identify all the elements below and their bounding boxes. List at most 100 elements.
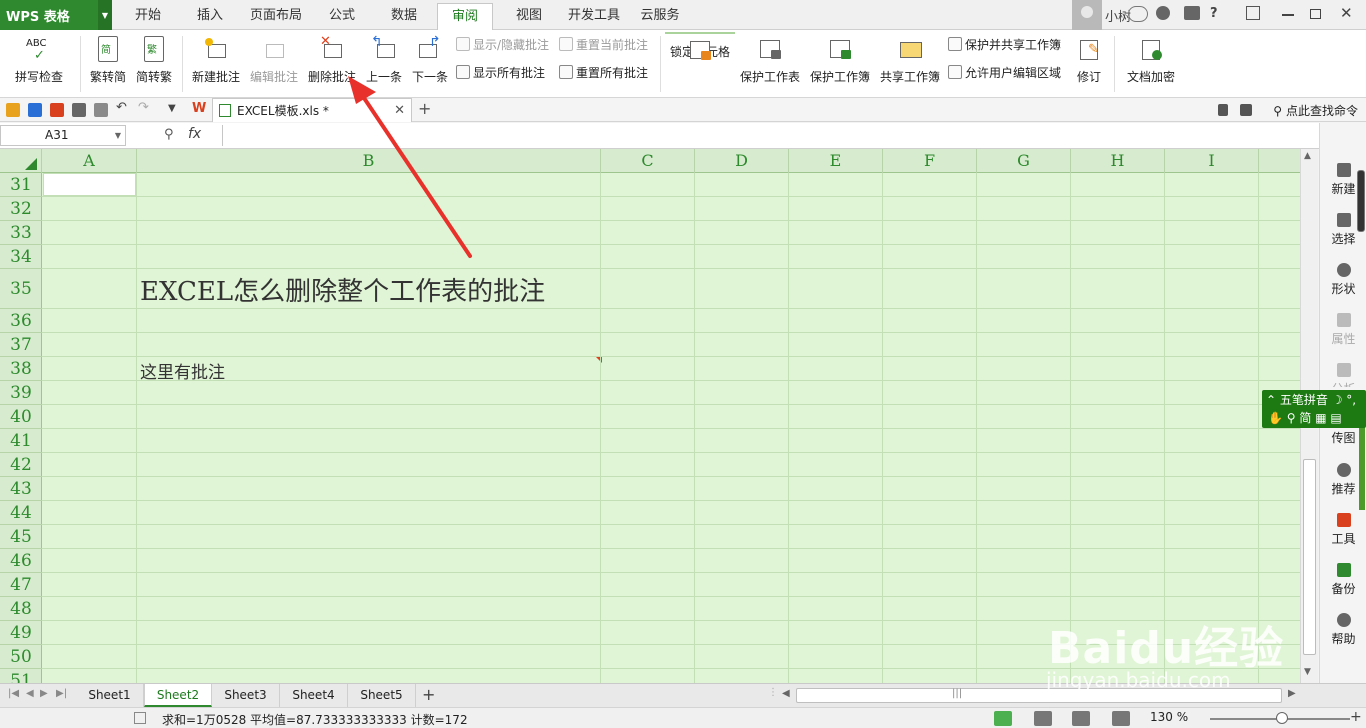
row-header-44[interactable]: 44	[0, 501, 42, 525]
scroll-split-handle[interactable]: ⋮	[768, 687, 778, 698]
tab-data[interactable]: 数据	[380, 0, 428, 30]
horizontal-scroll-grip[interactable]: |||	[952, 688, 962, 699]
row-header-48[interactable]: 48	[0, 597, 42, 621]
skin-icon[interactable]	[1156, 6, 1170, 20]
sheet-tab-3[interactable]: Sheet3	[212, 684, 280, 707]
delete-comment-button[interactable]: ✕ 删除批注	[304, 32, 360, 94]
select-all-corner[interactable]	[0, 149, 42, 173]
app-menu-dropdown-icon[interactable]: ▼	[98, 0, 112, 30]
column-header-a[interactable]: A	[42, 149, 137, 173]
reading-view-icon[interactable]	[1112, 711, 1130, 726]
prev-sheet-icon[interactable]: ◀	[26, 688, 34, 699]
reset-current-comment-button[interactable]: 重置当前批注	[559, 34, 648, 54]
comment-indicator-icon[interactable]	[596, 357, 602, 363]
tab-page-layout[interactable]: 页面布局	[244, 0, 308, 30]
ime-toolbar[interactable]: ⌃ 五笔拼音 ☽ °, ✋ ⚲ 简 ▦ ▤	[1262, 390, 1366, 428]
row-header-46[interactable]: 46	[0, 549, 42, 573]
scroll-down-icon[interactable]: ▼	[1304, 667, 1311, 677]
zoom-slider-knob[interactable]	[1276, 712, 1288, 724]
sheet-tab-4[interactable]: Sheet4	[280, 684, 348, 707]
wps-app-button[interactable]: WPS 表格 ▼	[0, 0, 112, 30]
row-header-50[interactable]: 50	[0, 645, 42, 669]
tab-view[interactable]: 视图	[505, 0, 553, 30]
tab-developer[interactable]: 开发工具	[562, 0, 626, 30]
print-icon[interactable]	[72, 103, 86, 117]
column-header-i[interactable]: I	[1165, 149, 1259, 173]
scroll-left-icon[interactable]: ◀	[782, 688, 790, 699]
scroll-right-icon[interactable]: ▶	[1288, 688, 1296, 699]
tab-review[interactable]: 审阅	[437, 3, 493, 31]
column-header-b[interactable]: B	[137, 149, 601, 173]
column-header-c[interactable]: C	[601, 149, 695, 173]
protect-workbook-button[interactable]: 保护工作簿	[808, 32, 872, 94]
sheet-tab-1[interactable]: Sheet1	[76, 684, 144, 707]
sidebar-item-help[interactable]: 帮助	[1320, 613, 1366, 647]
row-header-49[interactable]: 49	[0, 621, 42, 645]
user-name[interactable]: 小树	[1105, 6, 1131, 25]
tab-home[interactable]: 开始	[122, 0, 174, 30]
minimize-icon[interactable]	[1282, 14, 1294, 16]
find-command-box[interactable]: ⚲ 点此查找命令	[1273, 102, 1358, 119]
add-sheet-icon[interactable]: +	[422, 685, 435, 704]
edit-comment-button[interactable]: 编辑批注	[246, 32, 302, 94]
previous-comment-button[interactable]: ↰ 上一条	[362, 32, 406, 94]
row-header-41[interactable]: 41	[0, 429, 42, 453]
new-comment-button[interactable]: 新建批注	[188, 32, 244, 94]
sidebar-item-tools[interactable]: 工具	[1320, 513, 1366, 547]
next-sheet-icon[interactable]: ▶	[40, 688, 48, 699]
row-header-42[interactable]: 42	[0, 453, 42, 477]
layout-view-icon[interactable]	[1072, 711, 1090, 726]
row-header-31[interactable]: 31	[0, 173, 42, 197]
formula-input[interactable]	[222, 125, 1318, 146]
trad-to-simp-button[interactable]: 简 繁转简	[86, 32, 130, 94]
sidebar-item-analysis[interactable]: 分析	[1320, 363, 1366, 387]
sync-icon[interactable]	[1218, 104, 1228, 116]
row-header-34[interactable]: 34	[0, 245, 42, 269]
shirt-icon[interactable]	[1184, 6, 1200, 20]
account-icon[interactable]	[1128, 6, 1148, 22]
restore-icon[interactable]	[1310, 9, 1321, 19]
customize-dropdown-icon[interactable]: ▼	[168, 103, 182, 117]
name-box[interactable]: A31 ▼	[0, 125, 126, 146]
show-all-comments-button[interactable]: 显示所有批注	[456, 62, 545, 82]
upload-icon[interactable]	[1246, 6, 1260, 20]
name-box-dropdown-icon[interactable]: ▼	[115, 126, 121, 145]
print-preview-icon[interactable]	[94, 103, 108, 117]
user-avatar[interactable]	[1072, 0, 1102, 30]
close-tab-icon[interactable]: ✕	[394, 103, 405, 118]
feedback-icon[interactable]	[1240, 104, 1252, 116]
next-comment-button[interactable]: ↱ 下一条	[408, 32, 452, 94]
zoom-formula-icon[interactable]: ⚲	[164, 127, 174, 142]
open-folder-icon[interactable]	[6, 103, 20, 117]
track-changes-button[interactable]: ✎ 修订	[1068, 32, 1110, 94]
tab-cloud-service[interactable]: 云服务	[634, 0, 686, 30]
sidebar-item-backup[interactable]: 备份	[1320, 563, 1366, 597]
share-workbook-button[interactable]: 共享工作簿	[878, 32, 942, 94]
row-header-45[interactable]: 45	[0, 525, 42, 549]
doc-encrypt-button[interactable]: 文档加密	[1122, 32, 1180, 94]
allow-user-edit-button[interactable]: 允许用户编辑区域	[948, 62, 1061, 82]
document-tab[interactable]: EXCEL模板.xls * ✕	[212, 98, 412, 122]
close-icon[interactable]: ✕	[1340, 4, 1353, 22]
export-pdf-icon[interactable]	[50, 103, 64, 117]
tab-formulas[interactable]: 公式	[318, 0, 366, 30]
lock-cell-button[interactable]: 锁定单元格	[665, 32, 735, 60]
undo-icon[interactable]: ↶	[116, 100, 130, 115]
sidebar-item-shape[interactable]: 形状	[1320, 263, 1366, 297]
sheet-tab-2[interactable]: Sheet2	[144, 684, 212, 707]
zoom-level[interactable]: 130 %	[1150, 710, 1188, 724]
tab-insert[interactable]: 插入	[184, 0, 236, 30]
row-header-51[interactable]: 51	[0, 669, 42, 683]
selected-cell-a31[interactable]	[43, 173, 136, 196]
redo-icon[interactable]: ↷	[138, 100, 152, 115]
simp-to-trad-button[interactable]: 繁 简转繁	[132, 32, 176, 94]
save-icon[interactable]	[28, 103, 42, 117]
fx-icon[interactable]: fx	[188, 126, 201, 142]
column-header-f[interactable]: F	[883, 149, 977, 173]
scroll-up-icon[interactable]: ▲	[1304, 151, 1311, 161]
zoom-in-icon[interactable]: +	[1350, 709, 1362, 725]
row-header-39[interactable]: 39	[0, 381, 42, 405]
protect-and-share-button[interactable]: 保护并共享工作簿	[948, 34, 1061, 54]
row-header-47[interactable]: 47	[0, 573, 42, 597]
protect-sheet-button[interactable]: 保护工作表	[738, 32, 802, 94]
